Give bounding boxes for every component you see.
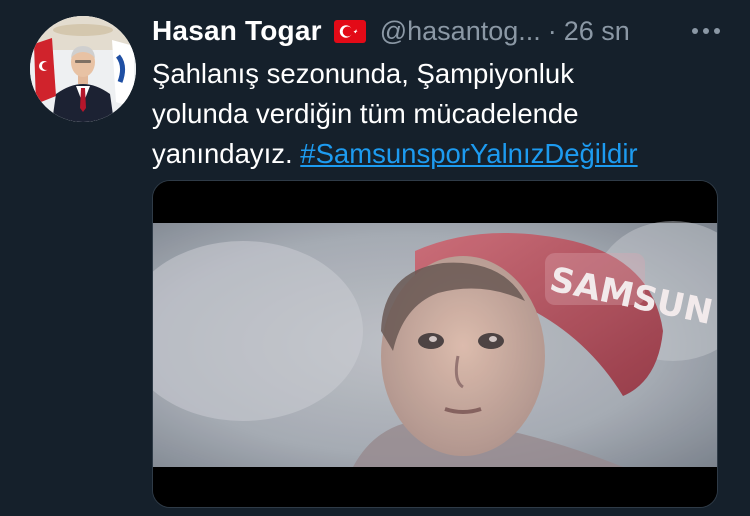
turkey-flag-icon bbox=[333, 19, 366, 43]
tweet-text: Şahlanış sezonunda, Şampiyonluk yolunda … bbox=[152, 54, 732, 174]
tweet-text-line: yolunda verdiğin tüm mücadelende bbox=[152, 98, 579, 129]
hashtag-link[interactable]: #SamsunsporYalnızDeğildir bbox=[300, 138, 637, 169]
tweet[interactable]: Hasan Togar @hasantog... · 26 sn Şahlanı… bbox=[0, 0, 750, 516]
tweet-text-line: yanındayız. bbox=[152, 138, 301, 169]
more-options-icon[interactable] bbox=[690, 22, 722, 40]
tweet-header: Hasan Togar @hasantog... · 26 sn bbox=[152, 14, 722, 48]
tweet-timestamp[interactable]: 26 sn bbox=[564, 16, 630, 47]
more-dot bbox=[714, 28, 720, 34]
more-dot bbox=[692, 28, 698, 34]
video-player[interactable]: SAMSUN bbox=[152, 180, 718, 508]
author-handle[interactable]: @hasantog... bbox=[380, 16, 541, 47]
avatar[interactable] bbox=[30, 16, 136, 122]
author-name[interactable]: Hasan Togar bbox=[152, 15, 322, 47]
more-dot bbox=[703, 28, 709, 34]
header-separator: · bbox=[547, 15, 557, 46]
tweet-text-line-with-hashtag: yanındayız. #SamsunsporYalnızDeğildir bbox=[152, 134, 732, 174]
tweet-text-line: Şahlanış sezonunda, Şampiyonluk bbox=[152, 58, 574, 89]
